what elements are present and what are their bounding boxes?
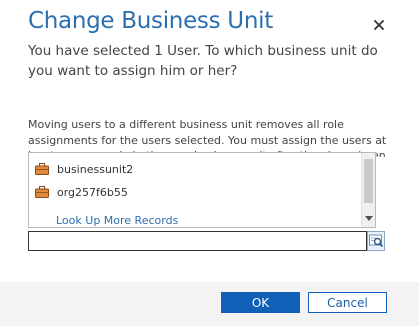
business-unit-icon xyxy=(35,163,49,175)
lookup-result-item[interactable]: businessunit2 xyxy=(35,160,133,178)
lookup-result-label: businessunit2 xyxy=(57,162,134,176)
ok-button[interactable]: OK xyxy=(221,292,300,313)
lookup-button[interactable] xyxy=(367,231,385,251)
lookup-result-label: org257f6b55 xyxy=(57,185,128,199)
lookup-results-dropdown: businessunit2 org257f6b55 Look Up More R… xyxy=(28,152,376,228)
dialog-subtitle: You have selected 1 User. To which busin… xyxy=(28,43,378,79)
lookup-result-item[interactable]: org257f6b55 xyxy=(35,183,128,201)
warning-text: Moving users to a different business uni… xyxy=(28,118,387,157)
lookup-search-icon xyxy=(369,234,384,248)
cancel-button[interactable]: Cancel xyxy=(308,292,387,313)
look-up-more-records-link[interactable]: Look Up More Records xyxy=(56,214,178,227)
business-unit-lookup-input[interactable] xyxy=(28,231,367,251)
dropdown-scrollbar[interactable] xyxy=(361,153,375,227)
close-icon[interactable] xyxy=(370,16,388,34)
scroll-down-arrow-icon[interactable] xyxy=(365,216,373,221)
business-unit-icon xyxy=(35,186,49,198)
dialog-title: Change Business Unit xyxy=(28,8,273,34)
scrollbar-thumb[interactable] xyxy=(364,159,373,203)
